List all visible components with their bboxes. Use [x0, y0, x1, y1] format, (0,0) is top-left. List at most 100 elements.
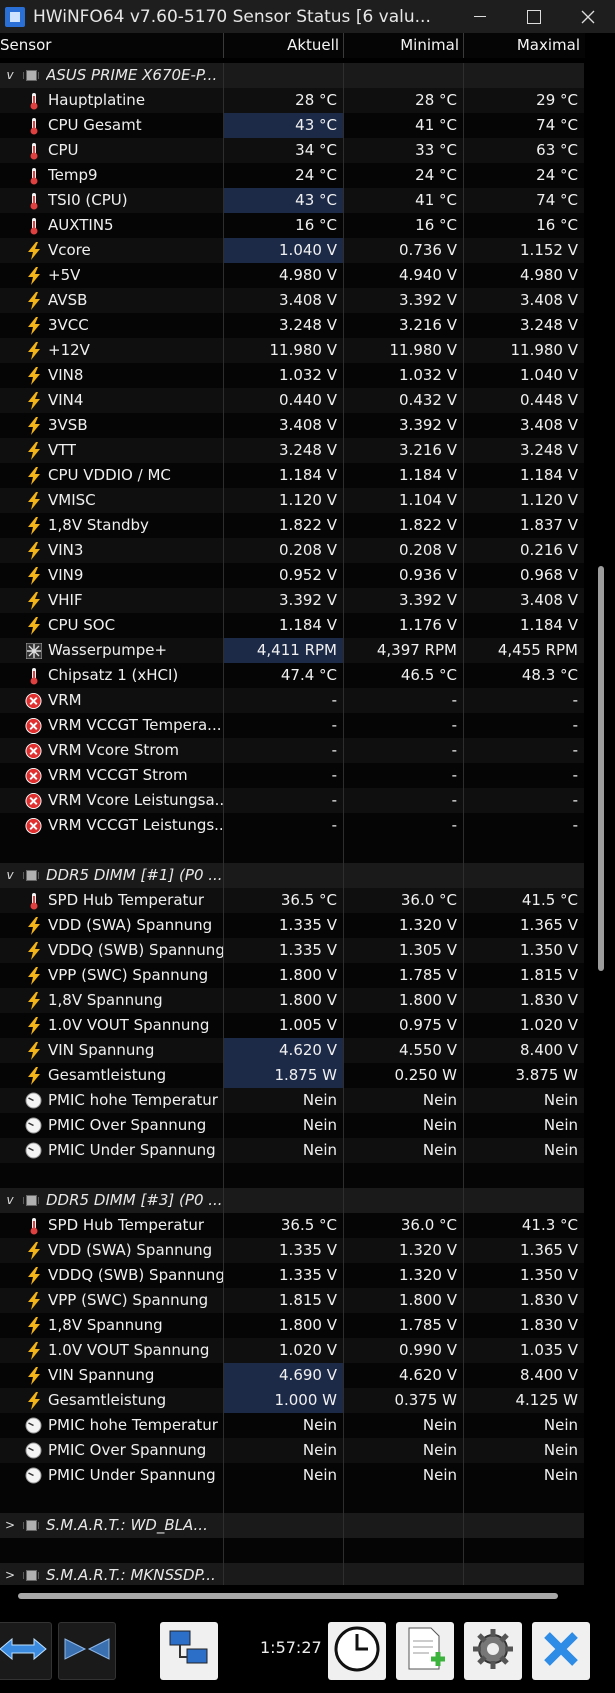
- sensor-row-1-8v-spannung[interactable]: 1,8V Spannung 1.800 V 1.785 V 1.830 V: [0, 1313, 585, 1338]
- sensor-name-cell[interactable]: VRM Vcore Strom: [0, 738, 224, 763]
- sensor-name-cell[interactable]: VIN9: [0, 563, 224, 588]
- sensor-name-cell[interactable]: PMIC Over Spannung: [0, 1438, 224, 1463]
- sensor-name-cell[interactable]: VMISC: [0, 488, 224, 513]
- sensor-name-cell[interactable]: VHIF: [0, 588, 224, 613]
- sensor-row-vrm-vccgt-strom[interactable]: VRM VCCGT Strom - - -: [0, 763, 585, 788]
- column-header-minimum[interactable]: Minimal: [344, 33, 464, 58]
- sensor-row-vrm-vccgt-leistungs[interactable]: VRM VCCGT Leistungs... - - -: [0, 813, 585, 838]
- sensor-name-cell[interactable]: VRM Vcore Leistungsa...: [0, 788, 224, 813]
- sensor-row-vin-spannung[interactable]: VIN Spannung 4.620 V 4.550 V 8.400 V: [0, 1038, 585, 1063]
- minimize-button[interactable]: [453, 0, 507, 33]
- sensor-row-pmic-over-spannung[interactable]: PMIC Over Spannung Nein Nein Nein: [0, 1438, 585, 1463]
- column-header-sensor[interactable]: Sensor: [0, 33, 224, 58]
- sensor-name-cell[interactable]: Vcore: [0, 238, 224, 263]
- sensor-name-cell[interactable]: CPU VDDIO / MC: [0, 463, 224, 488]
- expand-arrows-button[interactable]: [0, 1622, 52, 1680]
- sensor-row-3vcc[interactable]: 3VCC 3.248 V 3.216 V 3.248 V: [0, 313, 585, 338]
- sensor-row-vdd-swa-spannung[interactable]: VDD (SWA) Spannung 1.335 V 1.320 V 1.365 V: [0, 913, 585, 938]
- sensor-name-cell[interactable]: VDD (SWA) Spannung: [0, 1238, 224, 1263]
- network-button[interactable]: [160, 1622, 218, 1680]
- sensor-name-cell[interactable]: Chipsatz 1 (xHCI): [0, 663, 224, 688]
- chevron-down-icon[interactable]: v: [3, 63, 17, 88]
- sensor-name-cell[interactable]: VIN Spannung: [0, 1363, 224, 1388]
- sensor-name-cell[interactable]: TSI0 (CPU): [0, 188, 224, 213]
- sensor-name-cell[interactable]: VDDQ (SWB) Spannung: [0, 938, 224, 963]
- sensor-name-cell[interactable]: VRM: [0, 688, 224, 713]
- sensor-name-cell[interactable]: 3VCC: [0, 313, 224, 338]
- sensor-row-avsb[interactable]: AVSB 3.408 V 3.392 V 3.408 V: [0, 288, 585, 313]
- sensor-row-vrm-vcore-strom[interactable]: VRM Vcore Strom - - -: [0, 738, 585, 763]
- sensor-name-cell[interactable]: VRM VCCGT Tempera...: [0, 713, 224, 738]
- sensor-row-vrm-vcore-leistungsa[interactable]: VRM Vcore Leistungsa... - - -: [0, 788, 585, 813]
- sensor-row-hauptplatine[interactable]: Hauptplatine 28 °C 28 °C 29 °C: [0, 88, 585, 113]
- sensor-name-cell[interactable]: SPD Hub Temperatur: [0, 888, 224, 913]
- sensor-row-3vsb[interactable]: 3VSB 3.408 V 3.392 V 3.408 V: [0, 413, 585, 438]
- sensor-row-cpu-vddio-mc[interactable]: CPU VDDIO / MC 1.184 V 1.184 V 1.184 V: [0, 463, 585, 488]
- sensor-group-row[interactable]: v DDR5 DIMM [#3] (P0 ...: [0, 1188, 585, 1213]
- collapse-arrows-button[interactable]: [58, 1622, 116, 1680]
- sensor-name-cell[interactable]: 1,8V Spannung: [0, 1313, 224, 1338]
- group-name-cell[interactable]: v ASUS PRIME X670E-P...: [0, 63, 224, 88]
- sensor-row-vin3[interactable]: VIN3 0.208 V 0.208 V 0.216 V: [0, 538, 585, 563]
- sensor-name-cell[interactable]: SPD Hub Temperatur: [0, 1213, 224, 1238]
- sensor-row-vin4[interactable]: VIN4 0.440 V 0.432 V 0.448 V: [0, 388, 585, 413]
- sensor-name-cell[interactable]: 1,8V Standby: [0, 513, 224, 538]
- sensor-row-pmic-over-spannung[interactable]: PMIC Over Spannung Nein Nein Nein: [0, 1113, 585, 1138]
- sensor-row-vpp-swc-spannung[interactable]: VPP (SWC) Spannung 1.800 V 1.785 V 1.815 V: [0, 963, 585, 988]
- sensor-name-cell[interactable]: CPU SOC: [0, 613, 224, 638]
- group-name-cell[interactable]: v DDR5 DIMM [#1] (P0 ...: [0, 863, 224, 888]
- sensor-group-row[interactable]: > S.M.A.R.T.: WD_BLA...: [0, 1513, 585, 1538]
- sensor-name-cell[interactable]: Temp9: [0, 163, 224, 188]
- sensor-row-1-8v-standby[interactable]: 1,8V Standby 1.822 V 1.822 V 1.837 V: [0, 513, 585, 538]
- sensor-name-cell[interactable]: VIN3: [0, 538, 224, 563]
- sensor-row-5v[interactable]: +5V 4.980 V 4.940 V 4.980 V: [0, 263, 585, 288]
- group-name-cell[interactable]: v DDR5 DIMM [#3] (P0 ...: [0, 1188, 224, 1213]
- sensor-name-cell[interactable]: VPP (SWC) Spannung: [0, 963, 224, 988]
- sensor-name-cell[interactable]: 1,8V Spannung: [0, 988, 224, 1013]
- sensor-name-cell[interactable]: VIN4: [0, 388, 224, 413]
- column-header-current[interactable]: Aktuell: [224, 33, 344, 58]
- close-sensors-button[interactable]: [532, 1622, 590, 1680]
- sensor-name-cell[interactable]: VDD (SWA) Spannung: [0, 913, 224, 938]
- sensor-row-tsi0-cpu[interactable]: TSI0 (CPU) 43 °C 41 °C 74 °C: [0, 188, 585, 213]
- chevron-right-icon[interactable]: >: [3, 1563, 17, 1585]
- sensor-row-spd-hub-temperatur[interactable]: SPD Hub Temperatur 36.5 °C 36.0 °C 41.5 °C: [0, 888, 585, 913]
- sensor-row-vin9[interactable]: VIN9 0.952 V 0.936 V 0.968 V: [0, 563, 585, 588]
- sensor-row-wasserpumpe[interactable]: Wasserpumpe+ 4,411 RPM 4,397 RPM 4,455 RPM: [0, 638, 585, 663]
- sensor-row-1-8v-spannung[interactable]: 1,8V Spannung 1.800 V 1.800 V 1.830 V: [0, 988, 585, 1013]
- sensor-row-pmic-under-spannung[interactable]: PMIC Under Spannung Nein Nein Nein: [0, 1138, 585, 1163]
- sensor-name-cell[interactable]: Wasserpumpe+: [0, 638, 224, 663]
- sensor-name-cell[interactable]: VIN Spannung: [0, 1038, 224, 1063]
- sensor-row-vrm-vccgt-tempera[interactable]: VRM VCCGT Tempera... - - -: [0, 713, 585, 738]
- sensor-row-spd-hub-temperatur[interactable]: SPD Hub Temperatur 36.5 °C 36.0 °C 41.3 °C: [0, 1213, 585, 1238]
- sensor-group-row[interactable]: v ASUS PRIME X670E-P...: [0, 63, 585, 88]
- chevron-down-icon[interactable]: v: [3, 1188, 17, 1213]
- sensor-row-vddq-swb-spannung[interactable]: VDDQ (SWB) Spannung 1.335 V 1.320 V 1.350 V: [0, 1263, 585, 1288]
- clock-button[interactable]: [328, 1622, 386, 1680]
- column-header-maximum[interactable]: Maximal: [464, 33, 584, 58]
- settings-button[interactable]: [464, 1622, 522, 1680]
- sensor-name-cell[interactable]: VDDQ (SWB) Spannung: [0, 1263, 224, 1288]
- sensor-row-1-0v-vout-spannung[interactable]: 1.0V VOUT Spannung 1.020 V 0.990 V 1.035 V: [0, 1338, 585, 1363]
- sensor-name-cell[interactable]: CPU Gesamt: [0, 113, 224, 138]
- sensor-name-cell[interactable]: Gesamtleistung: [0, 1063, 224, 1088]
- group-name-cell[interactable]: > S.M.A.R.T.: MKNSSDP...: [0, 1563, 224, 1585]
- sensor-row-vdd-swa-spannung[interactable]: VDD (SWA) Spannung 1.335 V 1.320 V 1.365 V: [0, 1238, 585, 1263]
- sensor-row-cpu[interactable]: CPU 34 °C 33 °C 63 °C: [0, 138, 585, 163]
- sensor-name-cell[interactable]: +5V: [0, 263, 224, 288]
- maximize-button[interactable]: [507, 0, 561, 33]
- sensor-name-cell[interactable]: VRM VCCGT Strom: [0, 763, 224, 788]
- sensor-name-cell[interactable]: VIN8: [0, 363, 224, 388]
- sensor-row-vhif[interactable]: VHIF 3.392 V 3.392 V 3.408 V: [0, 588, 585, 613]
- sensor-row-gesamtleistung[interactable]: Gesamtleistung 1.875 W 0.250 W 3.875 W: [0, 1063, 585, 1088]
- sensor-name-cell[interactable]: 1.0V VOUT Spannung: [0, 1013, 224, 1038]
- sensor-row-cpu-gesamt[interactable]: CPU Gesamt 43 °C 41 °C 74 °C: [0, 113, 585, 138]
- sensor-row-vtt[interactable]: VTT 3.248 V 3.216 V 3.248 V: [0, 438, 585, 463]
- sensor-name-cell[interactable]: PMIC hohe Temperatur: [0, 1413, 224, 1438]
- sensor-group-row[interactable]: v DDR5 DIMM [#1] (P0 ...: [0, 863, 585, 888]
- sensor-row-pmic-hohe-temperatur[interactable]: PMIC hohe Temperatur Nein Nein Nein: [0, 1413, 585, 1438]
- chevron-down-icon[interactable]: v: [3, 863, 17, 888]
- sensor-row-vmisc[interactable]: VMISC 1.120 V 1.104 V 1.120 V: [0, 488, 585, 513]
- sensor-name-cell[interactable]: VPP (SWC) Spannung: [0, 1288, 224, 1313]
- sensor-row-vddq-swb-spannung[interactable]: VDDQ (SWB) Spannung 1.335 V 1.305 V 1.350 V: [0, 938, 585, 963]
